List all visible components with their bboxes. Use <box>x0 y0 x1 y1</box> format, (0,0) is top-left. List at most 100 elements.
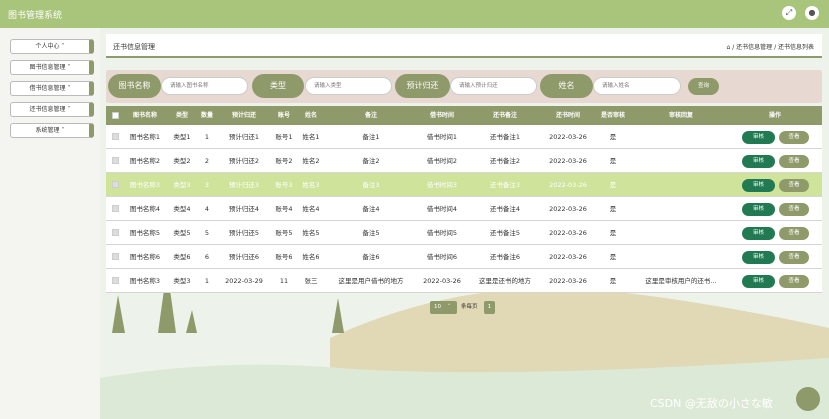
audit-button[interactable]: 审核 <box>742 227 775 240</box>
breadcrumb-bar: 还书信息管理 ⌂ / 还书信息管理 / 还书信息列表 <box>106 34 822 58</box>
view-button[interactable]: 查看 <box>779 203 809 216</box>
sidebar-item-return-info[interactable]: 还书信息管理 ˅ <box>10 102 94 117</box>
cell-name: 姓名2 <box>302 157 320 165</box>
sidebar-item-system[interactable]: 系统管理 ˅ <box>10 123 94 138</box>
column-header[interactable]: 是否审核 <box>601 106 625 125</box>
sidebar: 个人中心 ˅ 图书信息管理 ˅ 借书信息管理 ˅ 还书信息管理 ˅ 系统管理 ˅ <box>0 28 100 419</box>
column-header[interactable]: 姓名 <box>305 106 317 125</box>
view-button[interactable]: 查看 <box>779 227 809 240</box>
sidebar-item-book-info[interactable]: 图书信息管理 ˅ <box>10 60 94 75</box>
cell-account: 账号4 <box>275 205 293 213</box>
column-header[interactable]: 借书时间 <box>430 106 454 125</box>
type-input[interactable] <box>305 77 392 95</box>
page-number-button[interactable]: 1 <box>484 301 495 314</box>
home-icon[interactable]: ⌂ <box>727 44 731 51</box>
cell-return-time: 2022-03-26 <box>549 253 587 261</box>
breadcrumb: ⌂ / 还书信息管理 / 还书信息列表 <box>727 42 815 51</box>
name-input[interactable] <box>593 77 681 95</box>
column-header: 审核回复 <box>668 112 694 119</box>
audit-button[interactable]: 审核 <box>742 131 775 144</box>
cell-account: 账号2 <box>275 157 293 165</box>
column-header[interactable]: 账号 <box>278 106 290 125</box>
cell-account: 账号3 <box>275 181 293 189</box>
cell-type: 类型4 <box>173 205 191 213</box>
search-label-name: 姓名 <box>540 74 593 98</box>
row-checkbox[interactable] <box>112 229 119 236</box>
table-row-selected[interactable]: 图书名称3 类型3 3 预计归还3 账号3 姓名3 备注3 借书时间3 还书备注… <box>106 173 822 197</box>
audit-button[interactable]: 审核 <box>742 179 775 192</box>
table-row[interactable]: 图书名称4 类型4 4 预计归还4 账号4 姓名4 备注4 借书时间4 还书备注… <box>106 197 822 221</box>
audit-button[interactable]: 审核 <box>742 155 775 168</box>
cell-remark: 备注6 <box>362 253 380 261</box>
view-button[interactable]: 查看 <box>779 275 809 288</box>
row-checkbox[interactable] <box>112 253 119 260</box>
cell-quantity: 5 <box>204 229 210 237</box>
avatar[interactable] <box>796 387 820 411</box>
cell-quantity: 4 <box>204 205 210 213</box>
table-row[interactable]: 图书名称1 类型1 1 预计归还1 账号1 姓名1 备注1 借书时间1 还书备注… <box>106 125 822 149</box>
top-bar: 图书管理系统 ⤢ ● <box>0 0 829 28</box>
audit-button[interactable]: 审核 <box>742 203 775 216</box>
view-button[interactable]: 查看 <box>779 251 809 264</box>
table-row[interactable]: 图书名称2 类型2 2 预计归还2 账号2 姓名2 备注2 借书时间2 还书备注… <box>106 149 822 173</box>
row-checkbox[interactable] <box>112 133 119 140</box>
row-checkbox[interactable] <box>112 205 119 212</box>
sidebar-item-label: 个人中心 <box>35 43 60 50</box>
table-row[interactable]: 图书名称3 类型3 1 2022-03-29 11 张三 这里是用户借书的地方 … <box>106 269 822 293</box>
view-button[interactable]: 查看 <box>779 131 809 144</box>
cell-name: 姓名4 <box>302 205 320 213</box>
cell-return-time: 2022-03-26 <box>549 157 587 165</box>
cell-audited: 是 <box>609 205 617 213</box>
search-label-expected-return: 预计归还 <box>395 74 450 98</box>
audit-button[interactable]: 审核 <box>742 251 775 264</box>
cell-expected-return: 预计归还4 <box>228 205 260 213</box>
sidebar-item-personal-center[interactable]: 个人中心 ˅ <box>10 39 94 54</box>
column-header[interactable]: 还书时间 <box>556 106 580 125</box>
cell-quantity: 1 <box>204 277 210 285</box>
cell-return-time: 2022-03-26 <box>549 181 587 189</box>
cell-return-time: 2022-03-26 <box>549 229 587 237</box>
select-all-checkbox[interactable] <box>112 112 119 119</box>
search-button[interactable]: 查询 <box>688 78 719 95</box>
expand-icon[interactable]: ⤢ <box>782 6 796 20</box>
column-header[interactable]: 数量 <box>201 106 213 125</box>
cell-quantity: 2 <box>204 157 210 165</box>
main-content: 还书信息管理 ⌂ / 还书信息管理 / 还书信息列表 图书名称 类型 预计归还 … <box>100 28 829 419</box>
cell-remark: 备注3 <box>362 181 380 189</box>
cell-borrow-time: 借书时间3 <box>426 181 458 189</box>
search-bar: 图书名称 类型 预计归还 姓名 查询 <box>106 70 822 103</box>
cell-audited: 是 <box>609 277 617 285</box>
table-row[interactable]: 图书名称5 类型5 5 预计归还5 账号5 姓名5 备注5 借书时间5 还书备注… <box>106 221 822 245</box>
user-icon[interactable]: ● <box>805 6 819 20</box>
cell-book-name: 图书名称3 <box>129 277 161 285</box>
column-header[interactable]: 备注 <box>365 106 377 125</box>
row-checkbox[interactable] <box>112 277 119 284</box>
column-header[interactable]: 图书名称 <box>133 106 157 125</box>
column-header[interactable]: 预计归还 <box>232 106 256 125</box>
row-checkbox[interactable] <box>112 157 119 164</box>
audit-button[interactable]: 审核 <box>742 275 775 288</box>
column-header[interactable]: 类型 <box>176 106 188 125</box>
page-size-select[interactable]: 10 ˅ <box>430 301 457 314</box>
cell-borrow-time: 2022-03-26 <box>423 277 461 285</box>
cell-expected-return: 预计归还2 <box>228 157 260 165</box>
book-name-input[interactable] <box>161 77 248 95</box>
cell-return-remark: 还书备注3 <box>489 181 521 189</box>
view-button[interactable]: 查看 <box>779 179 809 192</box>
cell-quantity: 6 <box>204 253 210 261</box>
chevron-down-icon: ˅ <box>61 127 65 134</box>
expected-return-input[interactable] <box>450 77 537 95</box>
cell-account: 账号6 <box>275 253 293 261</box>
cell-book-name: 图书名称1 <box>129 133 161 141</box>
table-row[interactable]: 图书名称6 类型6 6 预计归还6 账号6 姓名6 备注6 借书时间6 还书备注… <box>106 245 822 269</box>
cell-book-name: 图书名称5 <box>129 229 161 237</box>
column-header[interactable]: 还书备注 <box>493 106 517 125</box>
cell-account: 11 <box>279 277 289 285</box>
sidebar-item-borrow-info[interactable]: 借书信息管理 ˅ <box>10 81 94 96</box>
cell-audit-reply: 这里是审核用户的还书... <box>645 277 717 285</box>
view-button[interactable]: 查看 <box>779 155 809 168</box>
cell-borrow-time: 借书时间5 <box>426 229 458 237</box>
chevron-down-icon: ˅ <box>67 106 71 113</box>
cell-expected-return: 预计归还3 <box>228 181 260 189</box>
row-checkbox[interactable] <box>112 181 119 188</box>
